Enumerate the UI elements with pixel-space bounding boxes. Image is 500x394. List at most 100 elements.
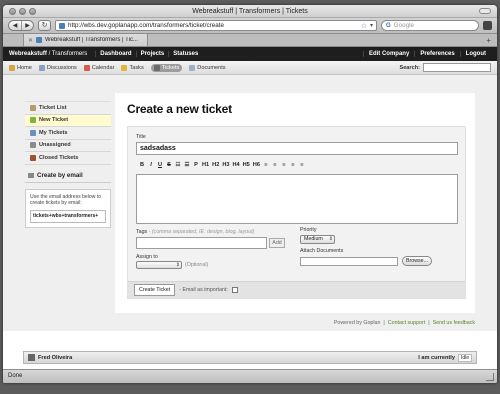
email-important-label: - Email as important: [179,287,228,293]
close-tab-icon[interactable]: ✕ [28,37,33,44]
sidebar-item-new-ticket[interactable]: New Ticket [25,114,111,127]
sidebar-item-label: Ticket List [39,104,67,111]
back-button[interactable]: ◀ [9,21,21,30]
send-feedback-link[interactable]: Send us feedback [433,320,475,326]
minimize-window-button[interactable] [19,8,26,15]
priority-selected: Medium [304,236,323,242]
contact-support-link[interactable]: Contact support [388,320,425,326]
nav-logout[interactable]: Logout [459,51,491,57]
close-window-button[interactable] [9,8,16,15]
nav-projects[interactable]: Projects [135,51,169,57]
ticket-email-address[interactable]: tickets+wbs+transformers+ [30,210,106,223]
powered-by[interactable]: Powered by Goplan [334,320,381,326]
sidebar-item-closed-tickets[interactable]: Closed Tickets [25,152,111,165]
sidebar-item-label: Closed Tickets [39,154,79,161]
project-search-input[interactable] [423,63,491,72]
tab-strip: ✕ Webreakstuff | Transformers | Tic... + [3,34,497,47]
new-tab-button[interactable]: + [486,36,491,45]
sidebar-item-ticket-list[interactable]: Ticket List [25,102,111,115]
app-account-nav: Edit Company Preferences Logout [362,51,491,57]
new-ticket-icon [30,117,36,124]
h1-button[interactable]: H1 [202,162,209,168]
tags-hint: - (comma separated, IE: design, blog, la… [147,229,255,235]
status-select[interactable]: Idle [457,353,472,362]
tab-favicon-icon [36,37,43,43]
form-footer: Create Ticket - Email as important: [128,281,465,298]
browser-status-bar: Done [3,369,497,383]
subnav-documents[interactable]: Documents [189,64,226,71]
forward-button[interactable]: ▶ [21,21,33,30]
discussions-icon [38,64,45,71]
create-ticket-button[interactable]: Create Ticket [134,284,176,296]
paragraph-button[interactable]: P [193,162,199,168]
bold-button[interactable]: B [139,162,145,168]
by-email-heading: Create by email [37,171,83,179]
resize-grip-icon[interactable] [486,373,494,381]
align-justify-icon[interactable]: ≡ [290,162,296,168]
bookmark-star-icon[interactable]: ☆ [361,22,367,30]
sidebar-item-my-tickets[interactable]: My Tickets [25,127,111,140]
browser-tab-active[interactable]: ✕ Webreakstuff | Transformers | Tic... [23,34,148,47]
window-titlebar: Webreakstuff | Transformers | Tickets [3,5,497,18]
h4-button[interactable]: H4 [232,162,239,168]
subnav-home[interactable]: Home [9,64,32,71]
align-right-icon[interactable]: ≡ [281,162,287,168]
priority-select[interactable]: Medium ⇕ [300,235,335,244]
subnav-tickets[interactable]: Tickets [150,63,183,72]
zoom-window-button[interactable] [29,8,36,15]
assign-select[interactable]: ⇕ [136,261,182,269]
closed-tickets-icon [30,154,36,161]
tasks-icon [121,64,128,71]
h5-button[interactable]: H5 [243,162,250,168]
attach-file-input[interactable] [300,257,398,266]
page-menu-icon[interactable] [483,21,492,30]
browse-button[interactable]: Browse... [402,256,432,266]
italic-button[interactable]: I [148,162,154,168]
nav-dashboard[interactable]: Dashboard [95,51,135,57]
align-center-icon[interactable]: ≡ [272,162,278,168]
user-name[interactable]: Fred Oliveira [38,355,72,361]
h2-button[interactable]: H2 [212,162,219,168]
assign-optional: (Optional) [185,262,209,268]
description-editor[interactable] [136,174,458,224]
ticket-list-icon [30,104,36,111]
main-panel: Create a new ticket Title sadsadass B I … [115,93,475,313]
search-field[interactable]: G Google [381,20,479,31]
app-brand[interactable]: Webreakstuff / Transformers [9,51,87,57]
html-view-icon[interactable]: ≡ [299,162,305,168]
ordered-list-icon[interactable]: ☷ [175,162,181,168]
align-left-icon[interactable]: ≡ [263,162,269,168]
h6-button[interactable]: H6 [253,162,260,168]
user-status-bar: Fred Oliveira I am currently Idle [23,351,477,364]
subnav-calendar[interactable]: Calendar [83,64,115,71]
sidebar-item-label: Unassigned [39,142,71,149]
nav-preferences[interactable]: Preferences [414,51,459,57]
unordered-list-icon[interactable]: ☰ [184,162,190,168]
home-icon [9,64,15,71]
nav-statuses[interactable]: Statuses [168,51,202,57]
browser-toolbar: ◀ ▶ ↻ http://wbs.dev.goplanapp.com/trans… [3,18,497,34]
email-important-checkbox[interactable] [231,287,238,293]
tags-input[interactable] [136,237,267,249]
h3-button[interactable]: H3 [222,162,229,168]
address-bar[interactable]: http://wbs.dev.goplanapp.com/transformer… [55,20,377,31]
strike-button[interactable]: S [166,162,172,168]
search-label: Search: [399,64,420,71]
reload-button[interactable]: ↻ [38,20,51,31]
subnav-home-label: Home [17,64,32,71]
page-title: Create a new ticket [127,102,232,116]
nav-edit-company[interactable]: Edit Company [362,51,414,57]
current-status-label: I am currently [418,354,455,361]
add-tag-button[interactable]: Add [269,238,285,248]
dropdown-arrow-icon[interactable]: ▾ [370,22,373,29]
back-forward-group: ◀ ▶ [8,20,34,31]
subnav-discussions[interactable]: Discussions [38,64,77,71]
subnav-calendar-label: Calendar [91,64,115,71]
title-input[interactable]: sadsadass [136,142,458,155]
page-content: Ticket List New Ticket My Tickets Unassi… [3,75,497,331]
toolbar-toggle-button[interactable] [479,8,491,14]
underline-button[interactable]: U [157,162,163,168]
subnav-tasks[interactable]: Tasks [121,64,144,71]
sidebar-item-unassigned[interactable]: Unassigned [25,140,111,152]
project-name: / Transformers [46,51,88,57]
